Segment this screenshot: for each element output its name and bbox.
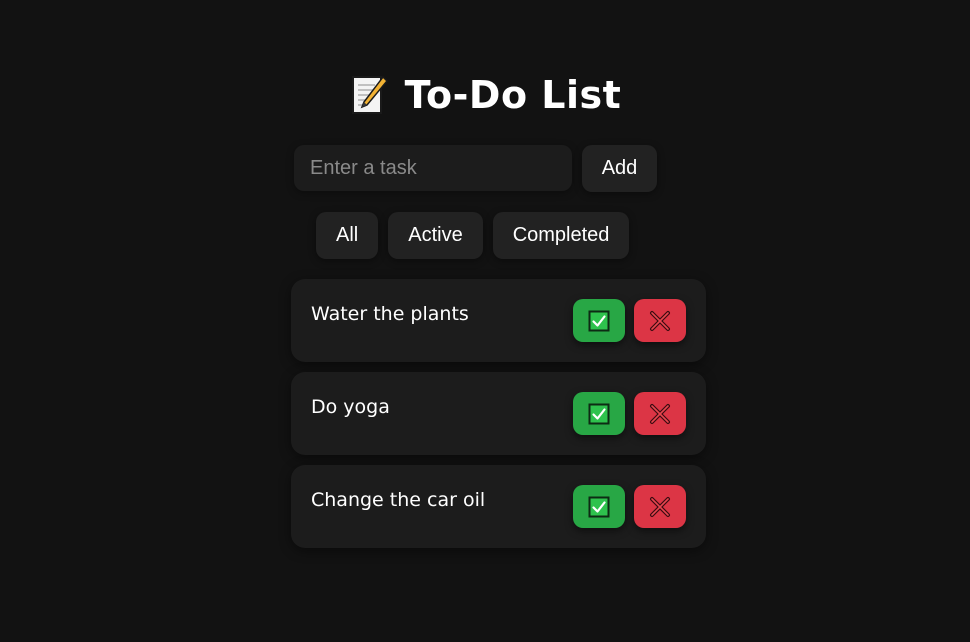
check-box-icon [588, 310, 610, 332]
memo-icon [349, 73, 389, 117]
add-button[interactable]: Add [582, 145, 657, 192]
task-list: Water the plants Do yoga Change the car … [291, 279, 706, 558]
header: To-Do List [0, 70, 970, 120]
delete-button[interactable] [634, 299, 686, 342]
task-input-row: Add [294, 145, 658, 193]
task-text: Change the car oil [311, 489, 486, 511]
complete-button[interactable] [573, 392, 625, 435]
task-item: Change the car oil [291, 465, 706, 548]
delete-button[interactable] [634, 485, 686, 528]
cross-icon [649, 496, 671, 518]
task-text: Do yoga [311, 396, 390, 418]
task-item: Do yoga [291, 372, 706, 455]
filter-all-button[interactable]: All [316, 212, 379, 259]
filter-active-button[interactable]: Active [388, 212, 483, 259]
task-text: Water the plants [311, 303, 469, 325]
cross-icon [649, 403, 671, 425]
filter-bar: All Active Completed [316, 212, 630, 259]
todo-app: To-Do List Add All Active Completed Wate… [0, 0, 970, 642]
delete-button[interactable] [634, 392, 686, 435]
complete-button[interactable] [573, 299, 625, 342]
check-box-icon [588, 496, 610, 518]
task-item: Water the plants [291, 279, 706, 362]
page-title: To-Do List [404, 73, 622, 117]
filter-completed-button[interactable]: Completed [492, 212, 630, 259]
check-box-icon [588, 403, 610, 425]
complete-button[interactable] [573, 485, 625, 528]
task-input[interactable] [294, 145, 572, 191]
cross-icon [649, 310, 671, 332]
